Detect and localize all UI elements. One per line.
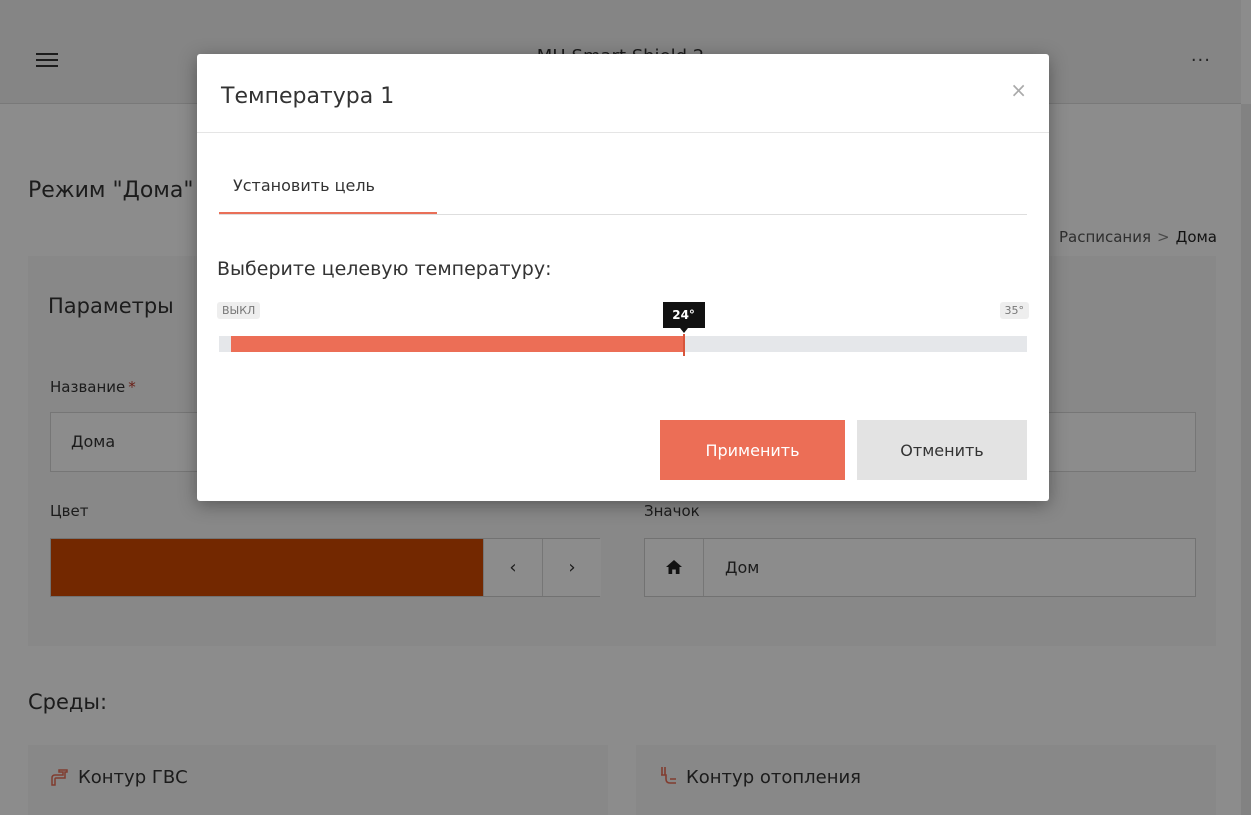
slider-value-tooltip: 24° bbox=[662, 302, 705, 333]
slider-handle[interactable] bbox=[682, 334, 685, 356]
temperature-slider[interactable] bbox=[219, 334, 1027, 356]
tabs-divider bbox=[219, 214, 1027, 215]
slider-fill bbox=[231, 336, 684, 352]
slider-min-label: ВЫКЛ bbox=[217, 302, 261, 319]
slider-max-label: 35° bbox=[999, 302, 1029, 319]
modal-divider bbox=[197, 132, 1049, 133]
close-icon[interactable]: × bbox=[1010, 78, 1027, 102]
temperature-modal: Температура 1 × Установить цель Выберите… bbox=[197, 54, 1049, 501]
tab-label: Установить цель bbox=[233, 176, 375, 195]
target-temperature-prompt: Выберите целевую температуру: bbox=[217, 258, 552, 280]
apply-button[interactable]: Применить bbox=[660, 420, 845, 480]
tab-set-target[interactable]: Установить цель bbox=[219, 154, 437, 215]
modal-title: Температура 1 bbox=[221, 84, 395, 109]
cancel-button[interactable]: Отменить bbox=[857, 420, 1027, 480]
